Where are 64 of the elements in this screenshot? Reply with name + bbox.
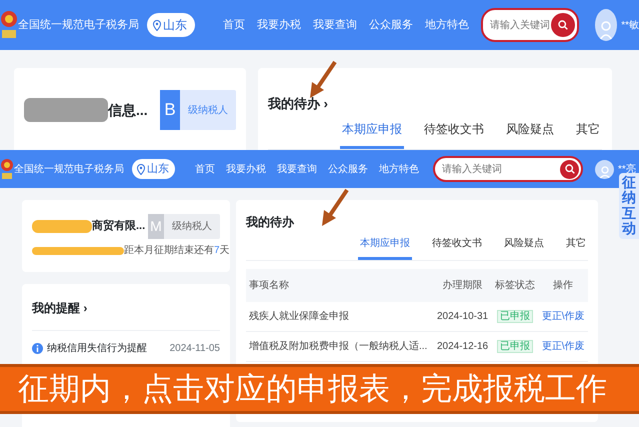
- location-pin-icon: [153, 20, 161, 30]
- column-header: 事项名称: [246, 269, 434, 302]
- assistant-widget[interactable]: 征纳互动: [619, 173, 639, 239]
- table-cell: 2024-12-16: [433, 332, 492, 362]
- nav-link[interactable]: 公众服务: [369, 16, 413, 34]
- user-avatar[interactable]: [595, 160, 614, 178]
- tab[interactable]: 风险疑点: [504, 116, 556, 149]
- section-link[interactable]: 我的待办: [246, 213, 294, 231]
- tab[interactable]: 其它: [574, 116, 602, 149]
- search-input[interactable]: 请输入关键词: [490, 18, 551, 32]
- search-input[interactable]: 请输入关键词: [442, 162, 560, 176]
- table-cell: 2024-10-31: [433, 302, 492, 332]
- person-icon: [599, 19, 614, 41]
- nav-link[interactable]: 地方特色: [425, 16, 469, 34]
- table-cell: 残疾人就业保障金申报: [246, 302, 434, 332]
- status-tag: 已申报: [496, 310, 533, 323]
- site-title: 全国统一规范电子税务局: [18, 18, 139, 33]
- location-pin-icon: [137, 164, 145, 174]
- nav-link[interactable]: 首页: [195, 162, 215, 176]
- column-header: 操作: [538, 269, 588, 302]
- reminder-link[interactable]: 纳税信用失信行为提醒: [47, 341, 147, 356]
- table-cell: 增值税及附加税费申报（一般纳税人适...: [246, 332, 434, 362]
- deadline-text: 距本月征期结束还有7天: [124, 244, 230, 258]
- caption-banner: 征期内，点击对应的申报表，完成报税工作: [0, 364, 639, 414]
- grade-label: 级纳税人: [171, 220, 213, 234]
- search-button[interactable]: [551, 13, 575, 37]
- region-selector[interactable]: 山东: [147, 13, 195, 37]
- grade-letter: B: [160, 90, 180, 130]
- section-link[interactable]: 我的提醒 ›: [32, 301, 88, 315]
- user-avatar[interactable]: [595, 9, 618, 41]
- nav-link[interactable]: 我要办税: [257, 16, 301, 34]
- tab[interactable]: 本期应申报: [358, 234, 412, 260]
- nav-link[interactable]: 地方特色: [379, 162, 419, 176]
- grade-label: 级纳税人: [187, 104, 229, 118]
- user-name[interactable]: **敏: [621, 18, 639, 32]
- action-link[interactable]: 更正\作废: [542, 341, 585, 352]
- nav-link[interactable]: 我要查询: [277, 162, 317, 176]
- tab[interactable]: 其它: [564, 234, 588, 260]
- action-link[interactable]: 更正\作废: [542, 311, 585, 322]
- tab[interactable]: 待签收文书: [430, 234, 484, 260]
- tab[interactable]: 待签收文书: [422, 116, 486, 149]
- search-icon: [564, 164, 574, 174]
- person-icon: [598, 164, 612, 178]
- company-name: 信息...: [108, 100, 148, 120]
- nav-link[interactable]: 首页: [223, 16, 245, 34]
- column-header: 标签状态: [492, 269, 538, 302]
- region-selector[interactable]: 山东: [132, 158, 175, 180]
- nav-link[interactable]: 我要查询: [313, 16, 357, 34]
- search-button[interactable]: [560, 160, 579, 178]
- tab[interactable]: 风险疑点: [502, 234, 546, 260]
- nav-link[interactable]: 我要办税: [226, 162, 266, 176]
- nav-link[interactable]: 公众服务: [328, 162, 368, 176]
- column-header: 办理期限: [433, 269, 492, 302]
- annotation-arrow: [310, 60, 337, 98]
- site-title: 全国统一规范电子税务局: [14, 162, 124, 176]
- search-field[interactable]: 请输入关键词: [481, 8, 579, 42]
- company-name: 商贸有限...: [92, 218, 146, 234]
- annotation-arrow: [322, 188, 349, 226]
- reminder-date: 2024-11-05: [170, 342, 220, 356]
- search-field[interactable]: 请输入关键词: [433, 156, 583, 182]
- section-link[interactable]: 我的待办 ›: [268, 94, 328, 114]
- search-icon: [558, 20, 568, 30]
- info-icon: [32, 343, 43, 354]
- status-tag: 已申报: [496, 340, 533, 353]
